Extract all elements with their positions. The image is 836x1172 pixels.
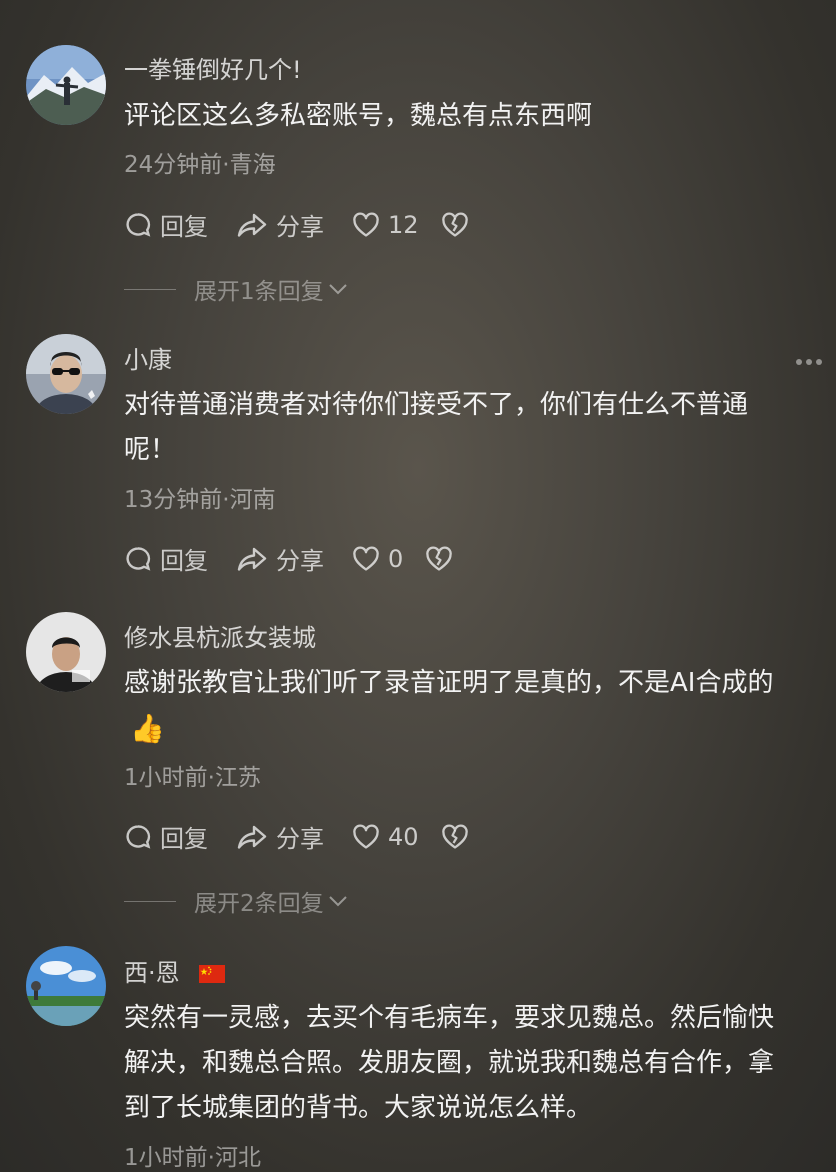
comment-line: 评论区这么多私密账号，魏总有点东西啊: [124, 101, 593, 131]
comment-text: 感谢张教官让我们听了录音证明了是真的，不是AI合成的 👍: [124, 661, 814, 751]
more-dots-icon: [796, 359, 802, 365]
avatar-man-portrait-image: [26, 612, 106, 692]
more-options-button[interactable]: [796, 359, 822, 365]
comment-text: 突然有一灵感，去买个有毛病车，要求见魏总。然后愉快 解决，和魏总合照。发朋友圈，…: [124, 996, 814, 1131]
divider-line: [124, 900, 176, 902]
comment-line: 到了长城集团的背书。大家说说怎么样。: [124, 1093, 593, 1123]
expand-replies-button[interactable]: 展开1条回复: [124, 272, 348, 306]
reply-button[interactable]: 回复: [124, 541, 208, 576]
thumbs-up-emoji: 👍: [130, 712, 165, 745]
share-button[interactable]: 分享: [236, 541, 324, 576]
username[interactable]: 一拳锤倒好几个!: [124, 50, 302, 85]
username[interactable]: 修水县杭派女装城: [124, 618, 316, 653]
share-arrow-icon: [237, 547, 267, 571]
more-dots-icon: [806, 359, 812, 365]
username[interactable]: 小康: [124, 340, 172, 375]
dislike-button[interactable]: [425, 545, 461, 572]
comment-meta: 13分钟前·河南: [124, 487, 276, 513]
broken-heart-icon: [441, 211, 468, 237]
username[interactable]: 西·恩: [124, 953, 226, 988]
comment-line: 呢！: [124, 435, 177, 465]
share-arrow-icon: [237, 213, 267, 237]
dislike-button[interactable]: [441, 823, 477, 850]
share-label: 分享: [276, 213, 324, 241]
comment-actions: 回复 分享 12: [124, 207, 505, 242]
share-label: 分享: [276, 825, 324, 853]
dislike-button[interactable]: [441, 211, 477, 238]
reply-label: 回复: [160, 547, 208, 575]
username-text: 西·恩: [124, 959, 180, 987]
comment-line: 感谢张教官让我们听了录音证明了是真的，不是AI合成的: [124, 668, 774, 698]
avatar[interactable]: [26, 612, 106, 692]
like-count: 0: [388, 544, 404, 573]
share-label: 分享: [276, 547, 324, 575]
broken-heart-icon: [441, 823, 468, 849]
reply-button[interactable]: 回复: [124, 207, 208, 242]
avatar-mountain-image: [26, 45, 106, 125]
divider-line: [124, 288, 176, 290]
comment-line: 突然有一灵感，去买个有毛病车，要求见魏总。然后愉快: [124, 1003, 775, 1033]
like-count: 12: [388, 210, 419, 239]
avatar[interactable]: [26, 334, 106, 414]
comment-bubble-icon: [126, 546, 151, 571]
more-dots-icon: [816, 359, 822, 365]
comment-meta: 1小时前·河北: [124, 1145, 261, 1171]
expand-label: 展开1条回复: [194, 279, 324, 305]
like-button[interactable]: 40: [352, 823, 419, 851]
share-button[interactable]: 分享: [236, 819, 324, 854]
like-button[interactable]: 12: [352, 211, 419, 239]
comment-text: 对待普通消费者对待你们接受不了，你们有仕么不普通 呢！: [124, 383, 814, 473]
avatar[interactable]: [26, 946, 106, 1026]
avatar-landscape-image: [26, 946, 106, 1026]
avatar[interactable]: [26, 45, 106, 125]
heart-icon: [353, 545, 379, 571]
share-button[interactable]: 分享: [236, 207, 324, 242]
chevron-down-icon: [328, 896, 347, 907]
comment-bubble-icon: [126, 212, 151, 237]
like-button[interactable]: 0: [352, 545, 403, 573]
reply-label: 回复: [160, 825, 208, 853]
comment-bubble-icon: [126, 824, 151, 849]
comment-text: 评论区这么多私密账号，魏总有点东西啊: [124, 94, 814, 139]
comment-meta: 1小时前·江苏: [124, 765, 261, 791]
expand-label: 展开2条回复: [194, 891, 324, 917]
reply-label: 回复: [160, 213, 208, 241]
comment-actions: 回复 分享 0: [124, 541, 489, 576]
comment-actions: 回复 分享 40: [124, 819, 505, 854]
heart-icon: [353, 823, 379, 849]
chevron-down-icon: [328, 284, 347, 295]
china-flag-icon: [199, 965, 226, 983]
avatar-man-sunglasses-image: [26, 334, 106, 414]
expand-replies-button[interactable]: 展开2条回复: [124, 884, 348, 918]
comment-meta: 24分钟前·青海: [124, 152, 276, 178]
comment-line: 对待普通消费者对待你们接受不了，你们有仕么不普通: [124, 390, 749, 420]
broken-heart-icon: [426, 545, 453, 571]
share-arrow-icon: [237, 825, 267, 849]
like-count: 40: [388, 822, 419, 851]
reply-button[interactable]: 回复: [124, 819, 208, 854]
heart-icon: [353, 211, 379, 237]
comment-line: 解决，和魏总合照。发朋友圈，就说我和魏总有合作，拿: [124, 1048, 775, 1078]
